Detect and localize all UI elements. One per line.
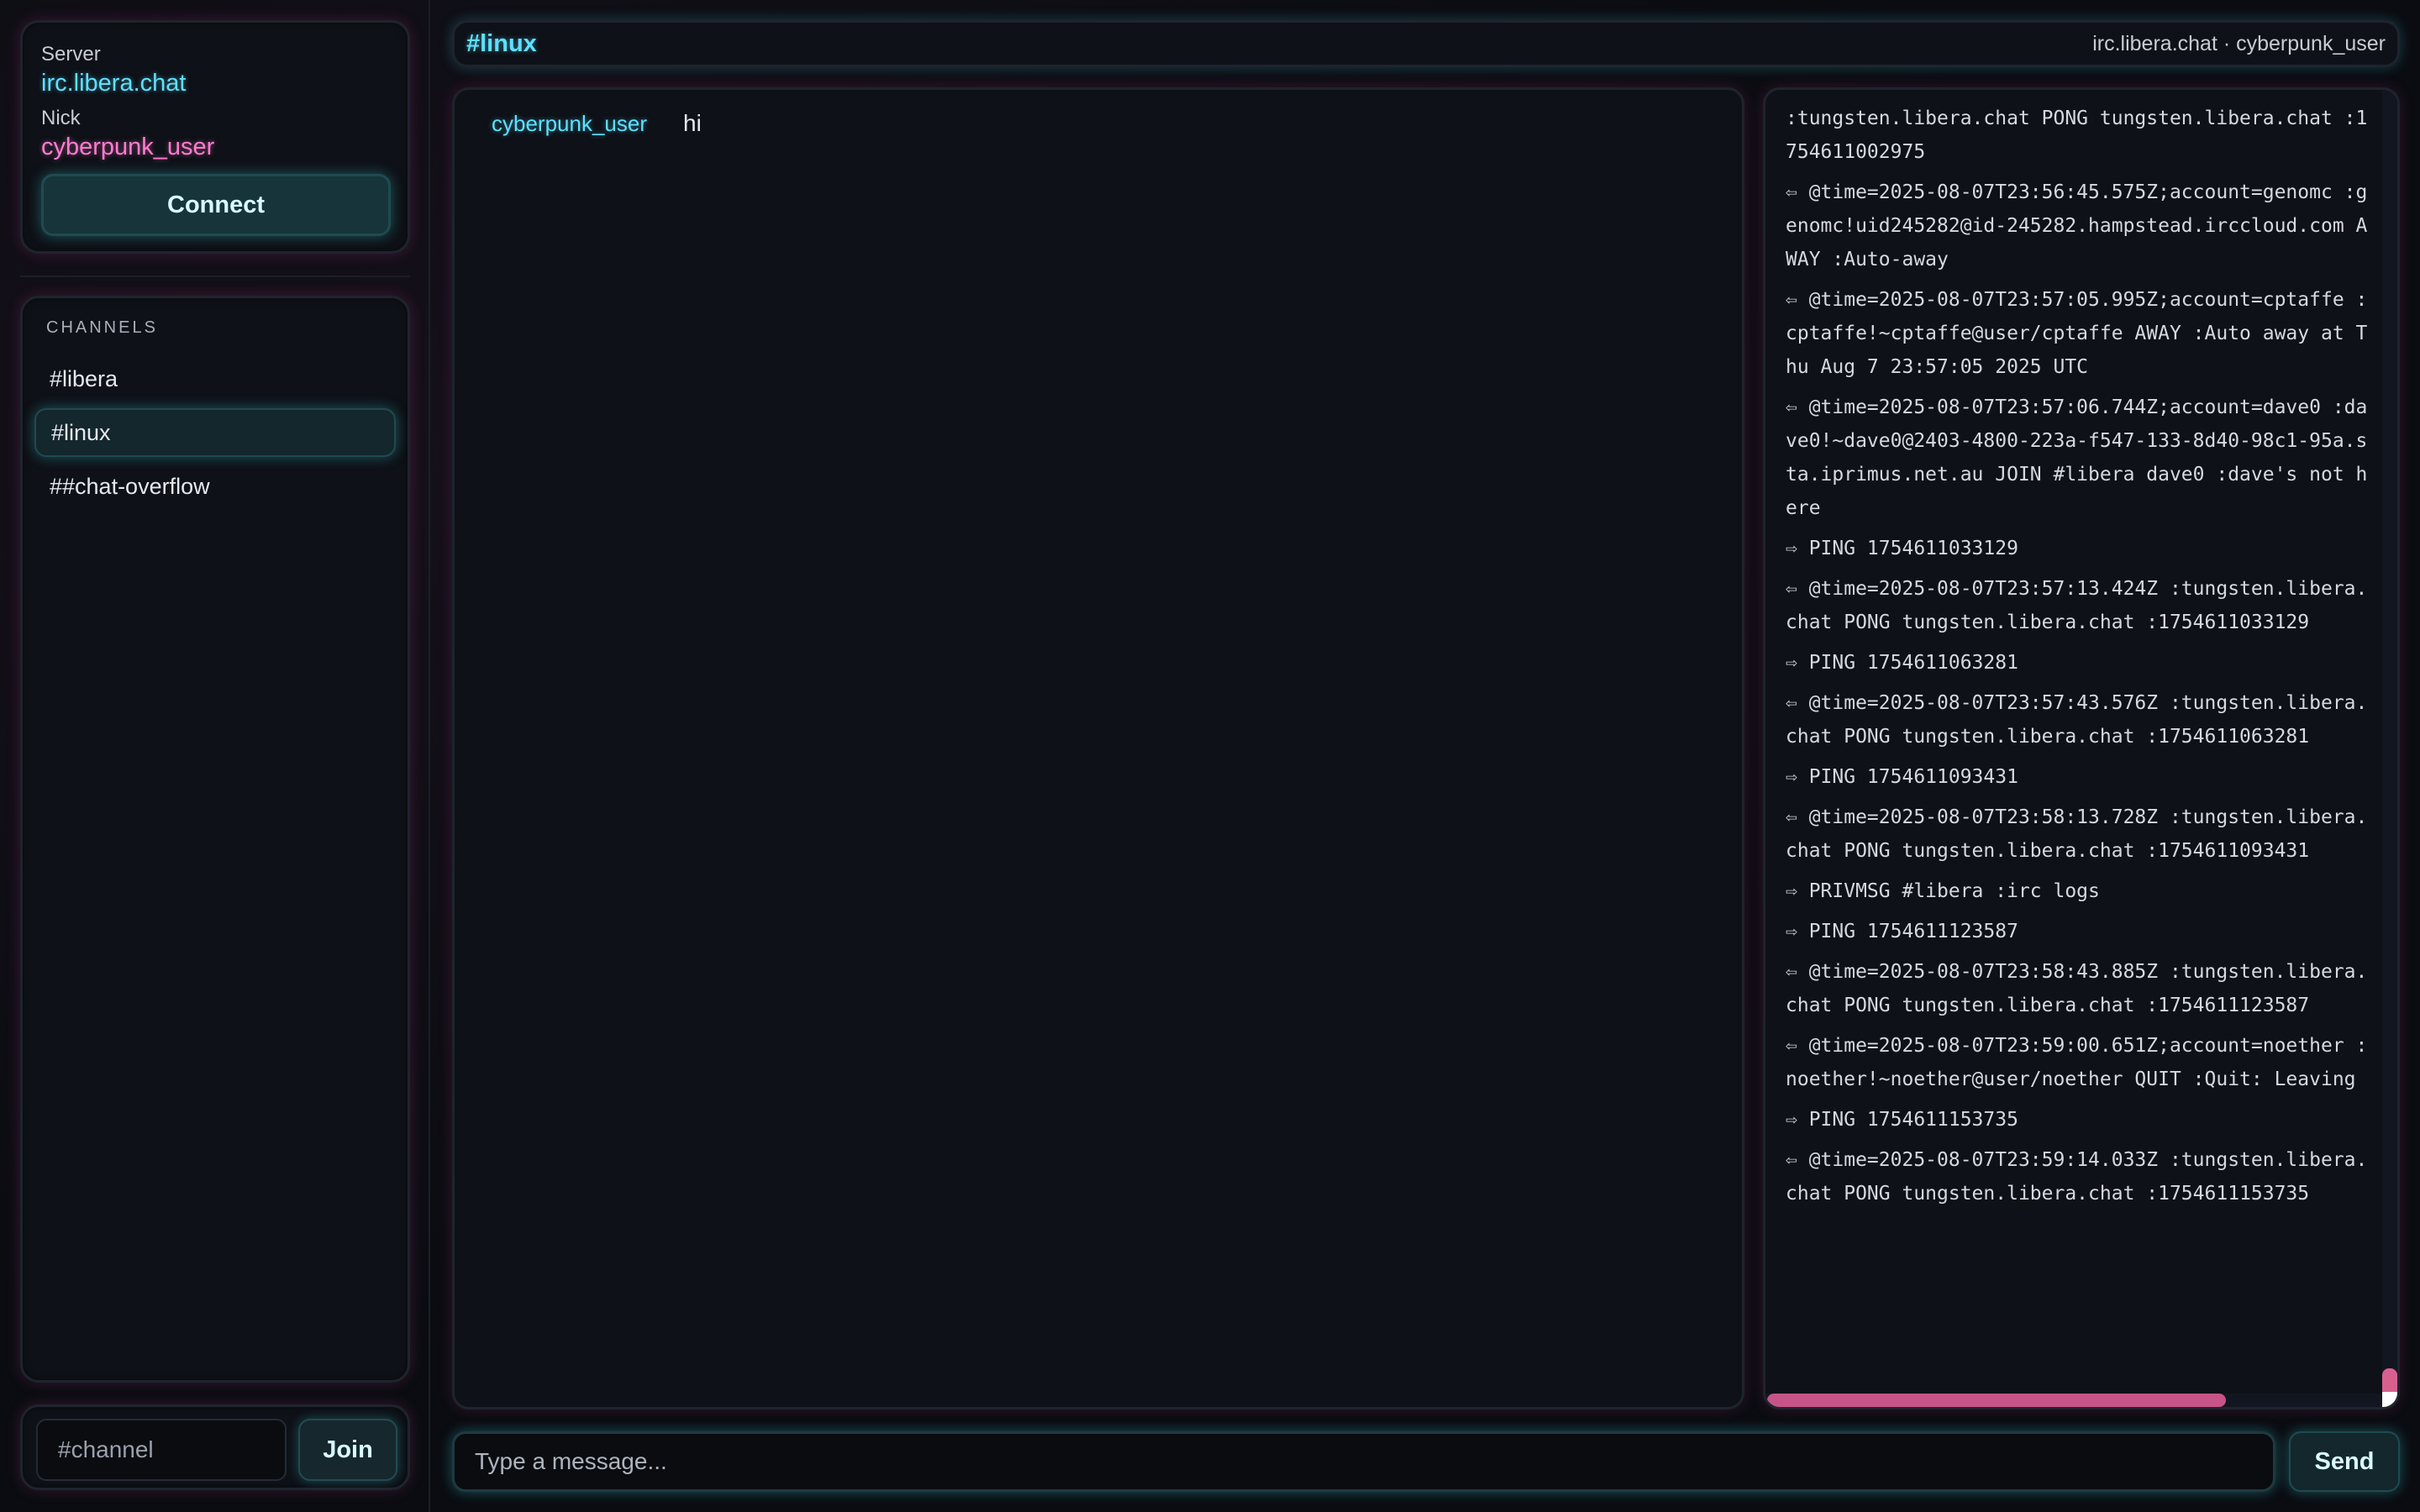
join-panel: Join bbox=[20, 1404, 410, 1490]
log-entry: ⇦ @time=2025-08-07T23:57:06.744Z;account… bbox=[1786, 396, 2368, 519]
vertical-scrollbar[interactable] bbox=[2382, 90, 2397, 1397]
log-entry: :tungsten.libera.chat PONG tungsten.libe… bbox=[1786, 108, 2368, 163]
server-value: irc.libera.chat bbox=[41, 70, 187, 97]
log-entry: ⇦ @time=2025-08-07T23:57:13.424Z :tungst… bbox=[1786, 578, 2368, 633]
log-entry: ⇦ @time=2025-08-07T23:57:43.576Z :tungst… bbox=[1786, 692, 2368, 748]
horizontal-scrollbar[interactable] bbox=[1765, 1394, 2387, 1407]
log-entry: ⇨ PING 1754611123587 bbox=[1786, 921, 2018, 942]
log-list: :tungsten.libera.chat PONG tungsten.libe… bbox=[1786, 102, 2374, 1217]
channels-panel: CHANNELS #libera #linux ##chat-overflow bbox=[20, 296, 410, 1383]
sidebar: Server irc.libera.chat Nick cyberpunk_us… bbox=[0, 0, 430, 1512]
log-entry: ⇦ @time=2025-08-07T23:59:00.651Z;account… bbox=[1786, 1035, 2368, 1090]
irc-client-app: Server irc.libera.chat Nick cyberpunk_us… bbox=[0, 0, 2420, 1512]
message-nick[interactable]: cyberpunk_user bbox=[492, 111, 683, 137]
nick-value: cyberpunk_user bbox=[41, 134, 215, 160]
log-entry: ⇨ PING 1754611093431 bbox=[1786, 766, 2018, 788]
nick-label: Nick bbox=[41, 107, 81, 129]
server-panel: Server irc.libera.chat Nick cyberpunk_us… bbox=[20, 20, 410, 254]
log-entry: ⇦ @time=2025-08-07T23:56:45.575Z;account… bbox=[1786, 181, 2368, 270]
log-entry: ⇦ @time=2025-08-07T23:57:05.995Z;account… bbox=[1786, 289, 2368, 378]
log-entry: ⇦ @time=2025-08-07T23:59:14.033Z :tungst… bbox=[1786, 1149, 2368, 1205]
log-entry: ⇨ PRIVMSG #libera :irc logs bbox=[1786, 880, 2100, 902]
message-input[interactable] bbox=[452, 1431, 2275, 1492]
channel-header: #linux irc.libera.chat · cyberpunk_user bbox=[452, 20, 2400, 67]
log-entry: ⇨ PING 1754611033129 bbox=[1786, 538, 2018, 559]
horizontal-scroll-thumb[interactable] bbox=[1767, 1394, 2226, 1407]
log-entry: ⇦ @time=2025-08-07T23:58:13.728Z :tungst… bbox=[1786, 806, 2368, 862]
connection-info: irc.libera.chat · cyberpunk_user bbox=[2092, 31, 2386, 55]
channel-input[interactable] bbox=[36, 1419, 287, 1481]
join-button[interactable]: Join bbox=[298, 1419, 397, 1481]
send-button[interactable]: Send bbox=[2289, 1431, 2400, 1492]
channel-item-linux[interactable]: #linux bbox=[34, 408, 396, 457]
chat-message: cyberpunk_user hi bbox=[492, 110, 1705, 137]
raw-log-pane[interactable]: :tungsten.libera.chat PONG tungsten.libe… bbox=[1763, 87, 2400, 1410]
channel-item-libera[interactable]: #libera bbox=[34, 354, 396, 403]
chat-pane: cyberpunk_user hi bbox=[452, 87, 1744, 1410]
channel-title: #linux bbox=[466, 29, 537, 57]
log-entry: ⇦ @time=2025-08-07T23:58:43.885Z :tungst… bbox=[1786, 961, 2368, 1016]
connect-button[interactable]: Connect bbox=[41, 174, 391, 236]
channels-heading: CHANNELS bbox=[46, 318, 158, 337]
log-entry: ⇨ PING 1754611153735 bbox=[1786, 1109, 2018, 1131]
sidebar-divider bbox=[20, 276, 410, 277]
log-entry: ⇨ PING 1754611063281 bbox=[1786, 652, 2018, 674]
server-label: Server bbox=[41, 43, 101, 66]
message-text: hi bbox=[683, 110, 702, 136]
scrollbar-corner bbox=[2382, 1392, 2397, 1407]
channel-item-chat-overflow[interactable]: ##chat-overflow bbox=[34, 462, 396, 511]
